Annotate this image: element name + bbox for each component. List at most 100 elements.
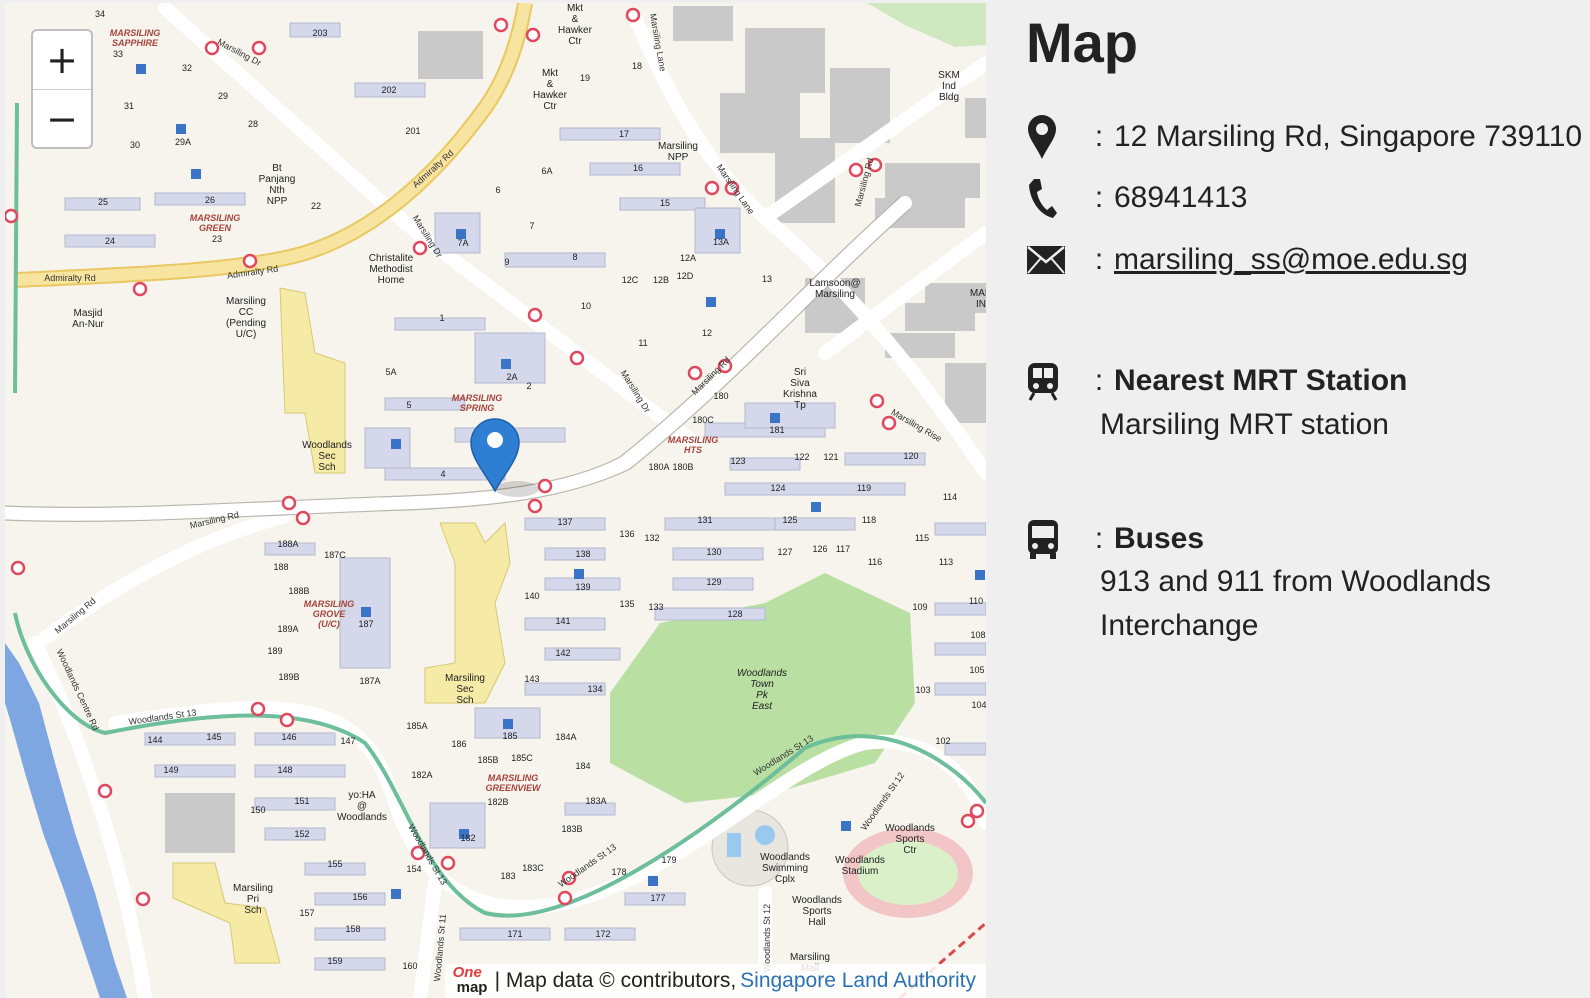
- block-label: 131: [697, 515, 712, 525]
- block-label: 187: [358, 619, 373, 629]
- block-label: 183A: [585, 796, 606, 806]
- page-title: Map: [1026, 11, 1138, 74]
- mrt-heading: Nearest MRT Station: [1114, 364, 1408, 397]
- block-label: 130: [706, 547, 721, 557]
- block-label: 119: [857, 483, 871, 493]
- block-label: 110: [969, 596, 983, 606]
- block-label: 158: [345, 924, 360, 934]
- block-label: 5A: [385, 367, 396, 377]
- block-label: 178: [611, 867, 626, 877]
- place-label: Lamsoon@ Marsiling: [809, 278, 860, 300]
- block-label: 149: [163, 765, 178, 775]
- phone-row: : 68941413: [1026, 174, 1247, 222]
- block-label: 188: [273, 562, 288, 572]
- block-label: 135: [619, 599, 634, 609]
- block-label: 186: [451, 739, 466, 749]
- email-link[interactable]: marsiling_ss@moe.edu.sg: [1114, 243, 1468, 276]
- block-label: 16: [633, 163, 643, 173]
- place-label: MARSILING SPRING: [452, 393, 503, 413]
- block-label: 188B: [288, 586, 309, 596]
- block-label: 25: [98, 197, 108, 207]
- block-label: 183B: [561, 824, 582, 834]
- block-label: 182: [460, 833, 475, 843]
- place-label: MARSILING GREENVIEW: [485, 773, 542, 793]
- attribution-text: | Map data © contributors,: [494, 969, 737, 992]
- block-label: 114: [943, 492, 957, 502]
- block-label: 136: [619, 529, 634, 539]
- block-label: 31: [124, 101, 134, 111]
- block-label: 103: [915, 685, 930, 695]
- zoom-out-button[interactable]: −: [33, 90, 91, 147]
- block-label: 117: [836, 544, 850, 554]
- road-label: Admiralty Rd: [44, 273, 96, 283]
- block-label: 138: [575, 549, 590, 559]
- block-label: 137: [557, 517, 572, 527]
- road-label: Admiralty Rd: [411, 148, 456, 190]
- place-label: Masjid An-Nur: [72, 308, 104, 330]
- place-label: Marsiling NPP: [658, 141, 698, 163]
- block-label: 172: [595, 929, 610, 939]
- block-label: 12: [702, 328, 712, 338]
- block-label: 187A: [359, 676, 380, 686]
- block-label: 24: [105, 236, 115, 246]
- block-label: 6: [495, 185, 500, 195]
- place-label: Woodlands Sports Hall: [792, 895, 842, 928]
- place-label: Christalite Methodist Home: [369, 253, 414, 286]
- map-pin-icon: [1026, 113, 1068, 161]
- block-label: 148: [277, 765, 292, 775]
- roads-white: [5, 3, 986, 998]
- block-label: 144: [147, 735, 162, 745]
- block-label: 6A: [541, 166, 552, 176]
- block-label: 104: [971, 700, 986, 710]
- place-label: Mkt & Hawker Ctr: [558, 3, 593, 47]
- block-label: 183: [500, 871, 515, 881]
- place-label: Woodlands Stadium: [835, 855, 885, 877]
- block-label: 4: [440, 469, 445, 479]
- address-text: 12 Marsiling Rd, Singapore 739110: [1114, 120, 1583, 153]
- block-label: 203: [312, 28, 327, 38]
- block-label: 118: [862, 515, 876, 525]
- block-label: 22: [311, 201, 321, 211]
- block-label: 23: [212, 234, 222, 244]
- block-label: 179: [661, 855, 676, 865]
- block-label: 13A: [713, 237, 729, 247]
- block-label: 122: [794, 452, 809, 462]
- block-label: 124: [770, 483, 785, 493]
- block-label: 15: [660, 198, 670, 208]
- block-label: 125: [782, 515, 797, 525]
- place-label: yo:HA @ Woodlands: [337, 790, 387, 823]
- map-canvas[interactable]: Admiralty Rd Admiralty RdAdmiralty RdMars…: [5, 3, 986, 998]
- block-label: 140: [524, 591, 539, 601]
- block-label: 185C: [511, 753, 533, 763]
- block-label: 145: [206, 732, 221, 742]
- onemap-logo[interactable]: One map: [451, 964, 491, 996]
- block-label: 183C: [522, 863, 544, 873]
- block-label: 2A: [506, 372, 517, 382]
- place-label: Marsiling CC (Pending U/C): [226, 296, 266, 340]
- block-label: 182B: [487, 797, 508, 807]
- bus-icon: [1026, 515, 1068, 563]
- block-label: 30: [130, 140, 140, 150]
- block-label: 187C: [324, 550, 346, 560]
- block-label: 116: [868, 557, 882, 567]
- block-label: 180: [713, 391, 728, 401]
- block-label: 1: [439, 313, 444, 323]
- map-attribution: One map | Map data © contributors, Singa…: [444, 964, 986, 998]
- block-label: 33: [113, 49, 123, 59]
- bus-value: 913 and 911 from Woodlands Interchange: [1100, 565, 1491, 642]
- zoom-in-button[interactable]: +: [33, 31, 91, 90]
- map-view[interactable]: Admiralty Rd Admiralty Rd Admiralty Rd Mars…: [5, 3, 986, 998]
- block-label: 132: [644, 533, 659, 543]
- phone-text: 68941413: [1114, 181, 1248, 214]
- block-label: 109: [912, 602, 927, 612]
- block-label: 185B: [477, 755, 498, 765]
- block-label: 17: [619, 129, 629, 139]
- block-label: 151: [294, 796, 309, 806]
- block-label: 189: [267, 646, 282, 656]
- block-label: 113: [939, 557, 953, 567]
- block-label: 181: [769, 425, 784, 435]
- block-label: 10: [581, 301, 591, 311]
- sla-link[interactable]: Singapore Land Authority: [740, 969, 976, 993]
- block-label: 12A: [680, 253, 696, 263]
- block-label: 177: [650, 893, 665, 903]
